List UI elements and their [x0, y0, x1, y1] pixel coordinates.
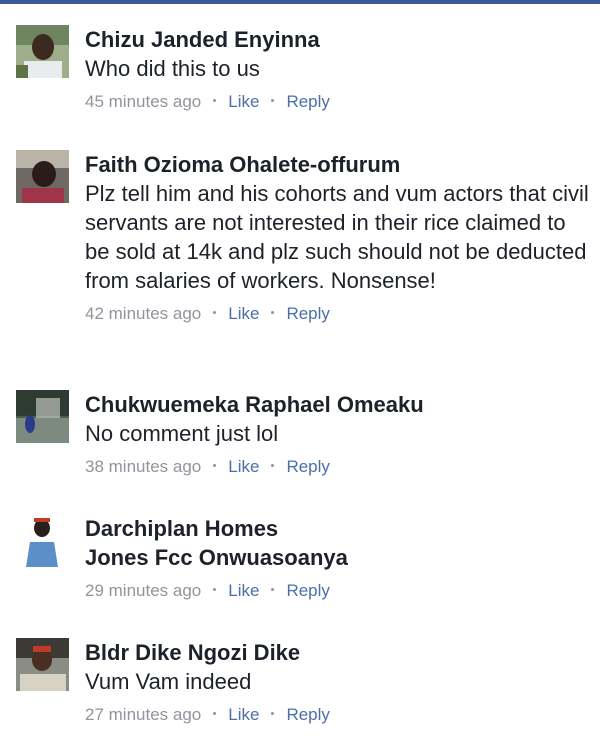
comment-text: No comment just lol [85, 421, 279, 446]
comment-author[interactable]: Chukwuemeka Raphael Omeaku [85, 390, 590, 419]
comment-text: Plz tell him and his cohorts and vum act… [85, 181, 589, 293]
comment-timestamp: 27 minutes ago [85, 705, 202, 724]
comment-text: Who did this to us [85, 56, 260, 81]
like-button[interactable]: Like [228, 581, 259, 600]
comment-timestamp: 42 minutes ago [85, 304, 202, 323]
comment-author[interactable]: Darchiplan Homes [85, 514, 590, 543]
separator-dot-icon [271, 99, 275, 103]
like-button[interactable]: Like [228, 92, 259, 111]
like-button[interactable]: Like [228, 304, 259, 323]
separator-dot-icon [271, 464, 275, 468]
user-photo-icon[interactable] [16, 514, 69, 567]
separator-dot-icon [213, 712, 217, 716]
comment-text[interactable]: Jones Fcc Onwuasoanya [85, 543, 590, 572]
reply-button[interactable]: Reply [286, 304, 329, 323]
comment-timestamp: 38 minutes ago [85, 457, 202, 476]
separator-dot-icon [213, 588, 217, 592]
top-accent-bar [0, 0, 600, 4]
reply-button[interactable]: Reply [286, 457, 329, 476]
comment-author[interactable]: Faith Ozioma Ohalete-offurum [85, 150, 590, 179]
like-button[interactable]: Like [228, 705, 259, 724]
user-photo-icon[interactable] [16, 150, 69, 203]
like-button[interactable]: Like [228, 457, 259, 476]
user-photo-icon[interactable] [16, 390, 69, 443]
separator-dot-icon [213, 311, 217, 315]
comment-author[interactable]: Bldr Dike Ngozi Dike [85, 638, 590, 667]
user-photo-icon[interactable] [16, 25, 69, 78]
comment-timestamp: 45 minutes ago [85, 92, 202, 111]
separator-dot-icon [271, 311, 275, 315]
comment-timestamp: 29 minutes ago [85, 581, 202, 600]
comment-text: Vum Vam indeed [85, 669, 252, 694]
user-photo-icon[interactable] [16, 638, 69, 691]
separator-dot-icon [213, 464, 217, 468]
comment-author[interactable]: Chizu Janded Enyinna [85, 25, 590, 54]
reply-button[interactable]: Reply [286, 705, 329, 724]
reply-button[interactable]: Reply [286, 92, 329, 111]
separator-dot-icon [271, 712, 275, 716]
separator-dot-icon [271, 588, 275, 592]
reply-button[interactable]: Reply [286, 581, 329, 600]
separator-dot-icon [213, 99, 217, 103]
